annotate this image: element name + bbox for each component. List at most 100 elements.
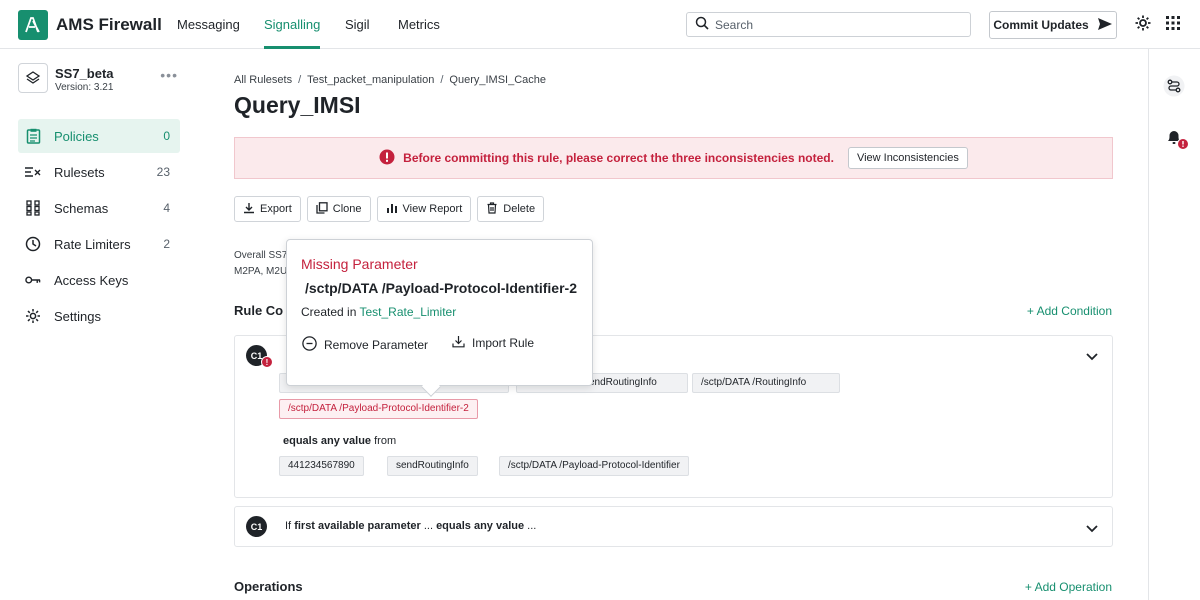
gear-icon <box>25 308 41 324</box>
sidebar-item-access-keys[interactable]: Access Keys <box>18 263 180 297</box>
value-chip[interactable]: 441234567890 <box>279 456 364 476</box>
sidebar-item-rate-limiters[interactable]: Rate Limiters 2 <box>18 227 180 261</box>
bell-icon[interactable] <box>1165 127 1189 154</box>
tab-metrics[interactable]: Metrics <box>398 0 440 49</box>
error-parameter-chip[interactable]: /sctp/DATA /Payload-Protocol-Identifier-… <box>279 399 478 419</box>
clock-icon <box>25 236 41 252</box>
project-name: SS7_beta <box>55 66 114 81</box>
chevron-down-icon[interactable] <box>1086 350 1098 364</box>
condition-card-collapsed[interactable]: C1 If first available parameter ... equa… <box>234 506 1113 547</box>
project-version: Version: 3.21 <box>55 82 114 93</box>
summary-ellipsis: ... <box>423 520 433 532</box>
alert-icon <box>379 149 395 168</box>
view-report-label: View Report <box>402 203 463 215</box>
missing-parameter-popover: Missing Parameter /sctp/DATA /Payload-Pr… <box>286 239 593 397</box>
grid-icon <box>25 200 41 216</box>
error-indicator-icon: ! <box>261 356 273 368</box>
apps-grid-icon[interactable] <box>1166 16 1180 33</box>
delete-button[interactable]: Delete <box>477 196 545 222</box>
breadcrumb-item[interactable]: Query_IMSI_Cache <box>449 74 546 86</box>
tab-signalling[interactable]: Signalling <box>264 0 321 49</box>
sidebar: SS7_beta Version: 3.21 ••• Policies 0 Ru… <box>0 49 198 600</box>
sidebar-item-label: Rate Limiters <box>54 236 131 252</box>
breadcrumb-item[interactable]: Test_packet_manipulation <box>307 74 434 86</box>
condition-operator-text: equals any value from <box>283 435 396 447</box>
summary-ellipsis: ... <box>527 520 537 532</box>
value-chip[interactable]: sendRoutingInfo <box>387 456 478 476</box>
value-chip[interactable]: /sctp/DATA /Payload-Protocol-Identifier <box>499 456 689 476</box>
created-in-link[interactable]: Test_Rate_Limiter <box>360 305 457 319</box>
sidebar-item-count: 2 <box>163 237 170 251</box>
breadcrumb-separator: / <box>440 74 444 86</box>
key-icon <box>25 272 41 288</box>
import-rule-button[interactable]: Import Rule <box>452 335 534 351</box>
gear-icon[interactable] <box>1134 14 1152 35</box>
overall-line: Overall SS7 <box>234 250 288 261</box>
trash-icon <box>486 201 498 217</box>
search-icon <box>695 16 709 33</box>
popover-title: Missing Parameter <box>301 256 418 272</box>
sidebar-item-label: Policies <box>54 128 99 144</box>
route-icon[interactable] <box>1163 75 1185 100</box>
remove-parameter-label: Remove Parameter <box>324 338 429 352</box>
bar-chart-icon <box>386 202 398 217</box>
search-input[interactable] <box>715 17 955 32</box>
remove-parameter-button[interactable]: Remove Parameter <box>302 336 428 354</box>
overall-description: Overall SS7 M2PA, M2U <box>234 248 287 280</box>
condition-badge: C1 <box>246 516 267 537</box>
download-icon <box>452 335 465 351</box>
parameter-chip[interactable]: /sctp/DATA /RoutingInfo <box>692 373 840 393</box>
delete-label: Delete <box>503 203 536 215</box>
sidebar-item-schemas[interactable]: Schemas 4 <box>18 191 180 225</box>
search-box[interactable] <box>686 12 971 37</box>
overall-line: M2PA, M2U <box>234 266 288 277</box>
sidebar-item-label: Access Keys <box>54 272 129 288</box>
send-icon <box>1097 17 1113 34</box>
page-title: Query_IMSI <box>234 92 361 118</box>
brand[interactable]: AMS Firewall <box>18 10 162 40</box>
condition-summary: If first available parameter ... equals … <box>285 520 536 532</box>
view-report-button[interactable]: View Report <box>376 196 472 222</box>
chevron-down-icon[interactable] <box>1086 522 1098 536</box>
sidebar-item-label: Settings <box>54 308 101 324</box>
tab-sigil[interactable]: Sigil <box>345 0 370 49</box>
more-options-icon[interactable]: ••• <box>160 67 178 83</box>
sidebar-item-label: Schemas <box>54 200 109 216</box>
clipboard-icon <box>25 128 41 144</box>
copy-icon <box>316 201 328 217</box>
top-bar: AMS Firewall Messaging Signalling Sigil … <box>0 0 1200 49</box>
popover-created-in: Created in Test_Rate_Limiter <box>301 305 456 319</box>
app-logo-icon <box>18 10 48 40</box>
breadcrumb-item[interactable]: All Rulesets <box>234 74 292 86</box>
clone-button[interactable]: Clone <box>306 196 371 222</box>
popover-parameter-path: /sctp/DATA /Payload-Protocol-Identifier-… <box>305 280 577 296</box>
sidebar-item-count: 0 <box>163 129 170 143</box>
view-inconsistencies-button[interactable]: View Inconsistencies <box>847 147 968 169</box>
operator-label: equals any value <box>283 435 372 447</box>
sidebar-item-settings[interactable]: Settings <box>18 299 180 333</box>
layers-icon <box>18 63 48 93</box>
download-icon <box>243 202 255 217</box>
app-title: AMS Firewall <box>56 15 162 34</box>
rule-conditions-title: Rule Co <box>234 303 284 318</box>
sidebar-item-count: 23 <box>156 165 170 179</box>
alert-message: Before committing this rule, please corr… <box>403 151 834 165</box>
operations-title: Operations <box>234 579 303 594</box>
clone-label: Clone <box>332 203 362 215</box>
minus-circle-icon <box>302 336 317 354</box>
add-condition-button[interactable]: + Add Condition <box>1027 304 1112 318</box>
project-header[interactable]: SS7_beta Version: 3.21 ••• <box>18 63 180 99</box>
sidebar-item-rulesets[interactable]: Rulesets 23 <box>18 155 180 189</box>
error-alert-banner: Before committing this rule, please corr… <box>234 137 1113 179</box>
summary-param: first available parameter <box>294 520 421 532</box>
sidebar-item-label: Rulesets <box>54 164 105 180</box>
summary-operator: equals any value <box>436 520 525 532</box>
export-button[interactable]: Export <box>234 196 301 222</box>
sidebar-item-policies[interactable]: Policies 0 <box>18 119 180 153</box>
created-prefix: Created in <box>301 305 357 319</box>
tab-messaging[interactable]: Messaging <box>177 0 240 49</box>
import-rule-label: Import Rule <box>472 336 535 350</box>
add-operation-button[interactable]: + Add Operation <box>1025 580 1112 594</box>
commit-updates-button[interactable]: Commit Updates <box>989 11 1117 39</box>
breadcrumb: All Rulesets / Test_packet_manipulation / Qu… <box>234 74 546 86</box>
